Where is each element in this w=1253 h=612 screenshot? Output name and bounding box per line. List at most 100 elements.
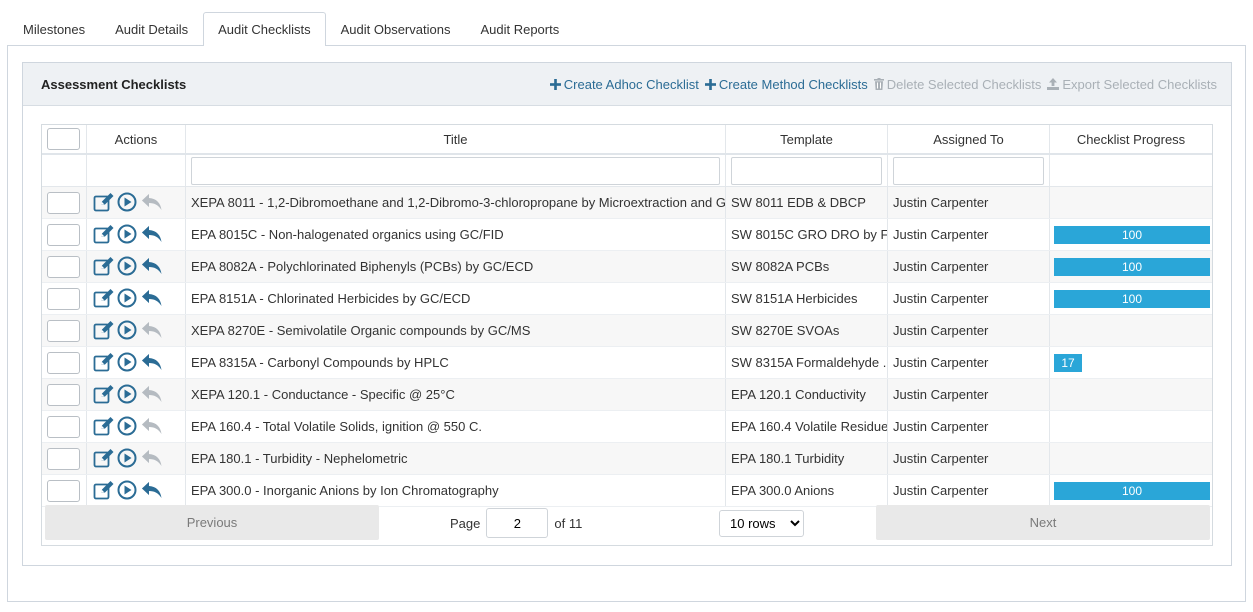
template-filter-input[interactable] [731,156,882,185]
select-all-cell [42,125,87,153]
export-selected-checklists-button[interactable]: Export Selected Checklists [1047,77,1217,92]
reply-all-icon [141,320,165,342]
row-progress-cell [1050,443,1212,474]
play-icon[interactable] [117,320,141,342]
header-title[interactable]: Title [186,125,726,153]
play-icon[interactable] [117,448,141,470]
title-filter-input[interactable] [191,156,720,185]
header-actions: Actions [87,125,186,153]
plus-icon [549,78,561,90]
tab-audit-details[interactable]: Audit Details [100,12,203,46]
table-header: Actions Title Template Assigned To Check… [42,125,1212,155]
play-icon[interactable] [117,256,141,278]
edit-icon[interactable] [93,256,117,278]
row-actions [87,283,186,314]
edit-icon[interactable] [93,480,117,502]
header-assigned-to[interactable]: Assigned To [888,125,1050,153]
header-checklist-progress[interactable]: Checklist Progress [1050,125,1212,153]
trash-icon [873,78,884,90]
row-select-cell [42,315,87,346]
row-title: EPA 8015C - Non-halogenated organics usi… [186,219,726,250]
reply-all-icon[interactable] [141,352,165,374]
reply-all-icon[interactable] [141,288,165,310]
assigned-to-filter-input[interactable] [893,156,1044,185]
play-icon[interactable] [117,480,141,502]
filter-assigned-cell [888,155,1050,186]
tab-audit-checklists[interactable]: Audit Checklists [203,12,326,46]
create-adhoc-checklist-button[interactable]: Create Adhoc Checklist [549,77,699,92]
row-actions [87,315,186,346]
row-assigned-to: Justin Carpenter [888,251,1050,282]
row-assigned-to: Justin Carpenter [888,443,1050,474]
filter-empty-cell [42,155,87,186]
table-row: XEPA 120.1 - Conductance - Specific @ 25… [42,379,1212,411]
progress-bar: 100 [1054,225,1210,244]
header-template[interactable]: Template [726,125,888,153]
reply-all-icon [141,192,165,214]
reply-all-icon[interactable] [141,224,165,246]
edit-icon[interactable] [93,448,117,470]
previous-page-button[interactable]: Previous [45,505,379,540]
row-checkbox[interactable] [47,223,80,246]
create-method-checklists-button[interactable]: Create Method Checklists [704,77,868,92]
reply-all-icon[interactable] [141,480,165,502]
select-all-checkbox[interactable] [47,128,80,150]
tab-audit-observations[interactable]: Audit Observations [326,12,466,46]
row-checkbox[interactable] [47,319,80,342]
row-progress-cell [1050,411,1212,442]
play-icon[interactable] [117,224,141,246]
page-number-input[interactable] [486,508,549,538]
tab-audit-reports[interactable]: Audit Reports [465,12,574,46]
edit-icon[interactable] [93,384,117,406]
delete-selected-checklists-button[interactable]: Delete Selected Checklists [873,76,1042,92]
plus-icon [704,78,716,90]
row-checkbox[interactable] [47,383,80,406]
delete-selected-checklists-label: Delete Selected Checklists [886,76,1042,92]
row-template: SW 8151A Herbicides [726,283,888,314]
row-template: EPA 160.4 Volatile Residue [726,411,888,442]
table-row: XEPA 8011 - 1,2-Dibromoethane and 1,2-Di… [42,187,1212,219]
progress-bar: 100 [1054,257,1210,276]
row-checkbox[interactable] [47,191,80,214]
tab-milestones[interactable]: Milestones [8,12,100,46]
panel-header: Assessment Checklists Create Adhoc Check… [23,63,1231,106]
panel-actions: Create Adhoc Checklist Create Method Che… [549,76,1217,92]
row-title: EPA 8151A - Chlorinated Herbicides by GC… [186,283,726,314]
progress-bar: 100 [1054,481,1210,500]
row-checkbox[interactable] [47,255,80,278]
edit-icon[interactable] [93,352,117,374]
row-assigned-to: Justin Carpenter [888,219,1050,250]
play-icon[interactable] [117,384,141,406]
row-checkbox[interactable] [47,447,80,470]
row-checkbox[interactable] [47,351,80,374]
play-icon[interactable] [117,288,141,310]
row-actions [87,219,186,250]
edit-icon[interactable] [93,416,117,438]
edit-icon[interactable] [93,192,117,214]
edit-icon[interactable] [93,224,117,246]
row-checkbox[interactable] [47,287,80,310]
play-icon[interactable] [117,192,141,214]
reply-all-icon[interactable] [141,256,165,278]
play-icon[interactable] [117,416,141,438]
row-template: SW 8315A Formaldehyde ... [726,347,888,378]
row-actions [87,411,186,442]
row-checkbox[interactable] [47,415,80,438]
row-select-cell [42,443,87,474]
filter-template-cell [726,155,888,186]
edit-icon[interactable] [93,320,117,342]
filter-title-cell [186,155,726,186]
next-page-button[interactable]: Next [876,505,1210,540]
row-actions [87,443,186,474]
row-title: XEPA 8270E - Semivolatile Organic compou… [186,315,726,346]
assessment-checklists-panel: Assessment Checklists Create Adhoc Check… [22,62,1232,566]
play-icon[interactable] [117,352,141,374]
row-checkbox[interactable] [47,479,80,502]
page-label: Page [450,515,481,531]
row-assigned-to: Justin Carpenter [888,315,1050,346]
row-title: EPA 180.1 - Turbidity - Nephelometric [186,443,726,474]
edit-icon[interactable] [93,288,117,310]
row-title: XEPA 8011 - 1,2-Dibromoethane and 1,2-Di… [186,187,726,218]
row-assigned-to: Justin Carpenter [888,411,1050,442]
page-size-select[interactable]: 10 rows [719,510,804,537]
